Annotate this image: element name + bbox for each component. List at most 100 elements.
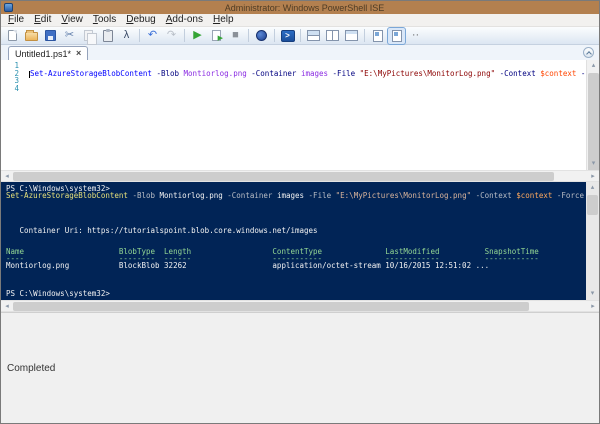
scroll-right-icon[interactable]: ▸ [587,301,599,312]
cut-icon: ✂ [65,30,74,41]
token-arg: Montiorlog.png [184,69,247,78]
menu-accelerator: A [166,14,173,25]
editor-line [29,77,586,85]
show-script-pane-right-icon [326,30,339,41]
token-cmd: Set-AzureStorageBlobContent [6,191,128,200]
show-command-window-button[interactable] [369,28,386,44]
console-pane[interactable]: PS C:\Windows\system32> Set-AzureStorageB… [1,182,599,300]
stop-operation-button[interactable]: ■ [227,28,244,44]
menu-accelerator: H [213,14,220,25]
token-plain: Container Uri: https://tutorialspoint.bl… [6,226,318,235]
scroll-down-icon[interactable]: ▾ [586,288,599,300]
console-line: Container Uri: https://tutorialspoint.bl… [6,227,586,234]
save-script-button[interactable] [42,28,59,44]
script-editor-pane[interactable]: 1234 Set-AzureStorageBlobContent -Blob M… [1,60,599,170]
collapse-script-pane-button[interactable] [583,47,594,58]
token-param: -File [333,69,356,78]
tab-untitled1[interactable]: Untitled1.ps1* × [8,46,88,60]
scroll-up-icon[interactable]: ▴ [586,182,599,194]
token-arg: images [301,69,328,78]
copy-button[interactable] [80,28,97,44]
line-number-gutter: 1234 [1,60,23,170]
scroll-right-icon[interactable]: ▸ [587,171,599,182]
new-remote-powershell-tab-button[interactable] [253,28,270,44]
status-text: Completed [7,363,55,374]
menu-file[interactable]: File [3,14,29,26]
run-script-button[interactable]: ▶ [189,28,206,44]
console-vscroll-thumb[interactable] [587,195,598,215]
console-output: PS C:\Windows\system32> Set-AzureStorageB… [6,185,586,300]
show-script-pane-maximized-button[interactable] [343,28,360,44]
toolbar-overflow-icon: ·· [412,30,419,41]
scroll-left-icon[interactable]: ◂ [1,171,13,182]
toolbar-separator [184,29,185,42]
new-script-button[interactable] [4,28,21,44]
toolbar-separator [139,29,140,42]
new-remote-powershell-tab-icon [256,30,267,41]
script-code-area[interactable]: Set-AzureStorageBlobContent -Blob Montio… [23,60,586,170]
menu-tools[interactable]: Tools [88,14,121,26]
app-icon [4,3,13,12]
token-param: -Context [476,191,512,200]
copy-icon [84,30,93,41]
console-line [6,269,586,276]
console-line: Set-AzureStorageBlobContent -Blob Montio… [6,192,586,199]
redo-icon: ↷ [167,30,176,41]
clear-console-pane-icon: λ [124,30,130,41]
console-horizontal-scrollbar[interactable]: ◂ ▸ [1,300,599,312]
console-line: Montiorlog.png BlockBlob 32262 applicati… [6,262,586,269]
show-script-pane-right-button[interactable] [324,28,341,44]
console-line [6,206,586,213]
scroll-down-icon[interactable]: ▾ [587,158,599,170]
undo-icon: ↶ [148,30,157,41]
token-str: "E:\MyPictures\MonitorLog.png" [360,69,495,78]
toolbar-overflow-button[interactable]: ·· [407,28,424,44]
token-plain: Montiorlog.png [160,191,223,200]
toolbar-separator [364,29,365,42]
token-param: -Force [557,191,584,200]
tab-strip: Untitled1.ps1* × [1,45,599,60]
paste-icon [103,30,113,42]
token-var: $context [540,69,576,78]
menu-edit[interactable]: Edit [29,14,56,26]
editor-horizontal-scrollbar[interactable]: ◂ ▸ [1,170,599,182]
menu-accelerator: F [8,14,14,25]
toolbar-separator [248,29,249,42]
console-hscroll-thumb[interactable] [13,302,529,311]
scroll-up-icon[interactable]: ▴ [587,60,599,72]
menu-accelerator: E [34,14,41,25]
clear-console-pane-button[interactable]: λ [118,28,135,44]
console-line: PS C:\Windows\system32> [6,290,586,297]
menu-view[interactable]: View [56,14,88,26]
undo-button[interactable]: ↶ [144,28,161,44]
editor-vscroll-thumb[interactable] [588,73,599,170]
token-cmd: Set-AzureStorageBlobContent [30,69,152,78]
start-powershell-exe-button[interactable] [279,28,296,44]
token-param: -Container [227,191,272,200]
powershell-ise-window: Administrator: Windows PowerShell ISE Fi… [0,0,600,424]
paste-button[interactable] [99,28,116,44]
menu-debug[interactable]: Debug [121,14,160,26]
show-script-pane-maximized-icon [345,30,358,41]
token-param: -Blob [156,69,179,78]
title-bar: Administrator: Windows PowerShell ISE [1,1,599,14]
redo-button[interactable]: ↷ [163,28,180,44]
show-script-pane-toggle-button[interactable] [388,28,405,44]
cut-button[interactable]: ✂ [61,28,78,44]
editor-vertical-scrollbar[interactable]: ▴ ▾ [586,60,599,170]
console-line [6,213,586,220]
show-script-pane-top-button[interactable] [305,28,322,44]
stop-operation-icon: ■ [232,30,239,41]
menu-help[interactable]: Help [208,14,239,26]
scroll-left-icon[interactable]: ◂ [1,301,13,312]
save-script-icon [45,30,56,41]
token-plain: PS C:\Windows\system32> [6,289,110,298]
editor-hscroll-thumb[interactable] [13,172,554,181]
new-script-icon [8,30,17,41]
run-selection-button[interactable] [208,28,225,44]
show-script-pane-top-icon [307,30,320,41]
open-script-button[interactable] [23,28,40,44]
menu-addons[interactable]: Add-ons [161,14,208,26]
console-vertical-scrollbar[interactable]: ▴ ▾ [586,182,599,300]
tab-close-icon[interactable]: × [76,49,81,58]
